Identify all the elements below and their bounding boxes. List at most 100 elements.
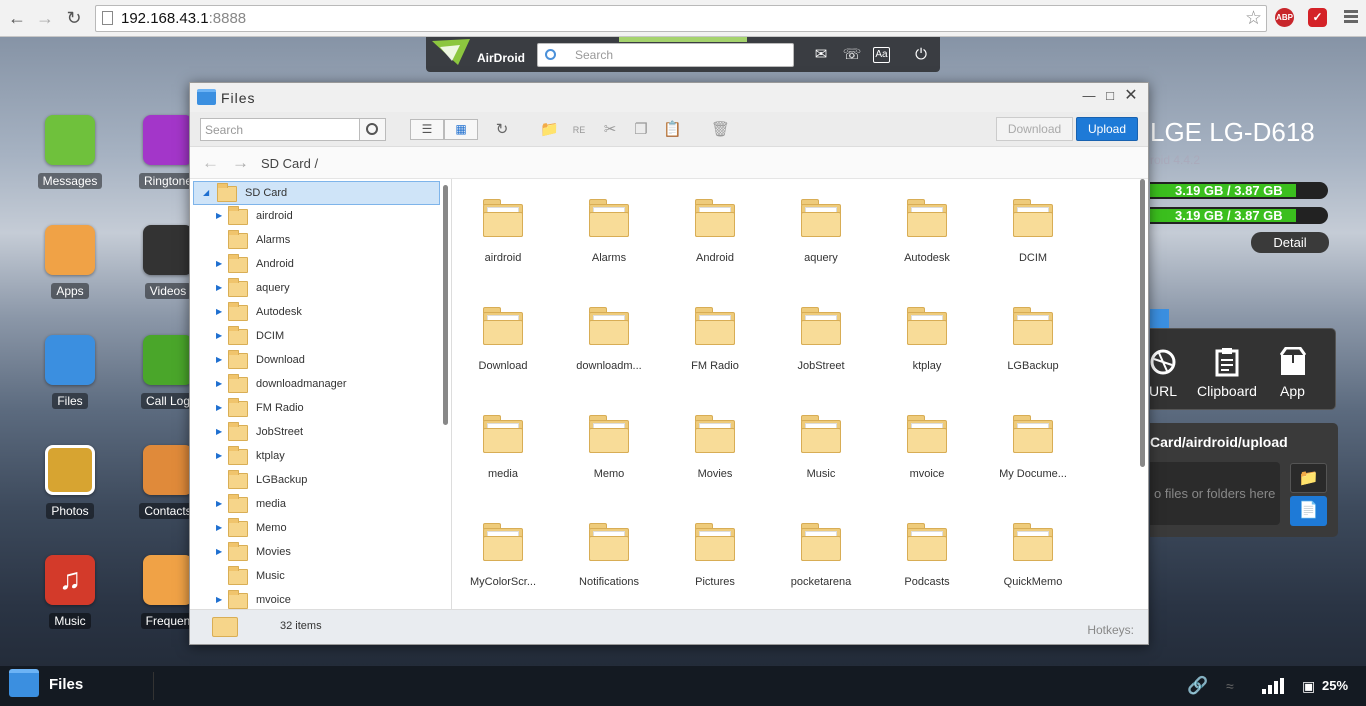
adblock-plus-icon[interactable]: ABP [1275, 8, 1294, 27]
file-grid-item[interactable]: downloadm... [561, 307, 657, 372]
expand-triangle-icon[interactable]: ▶ [216, 331, 224, 340]
desktop-files[interactable]: Files [25, 335, 115, 409]
files-search-input[interactable]: Search [200, 118, 360, 141]
copy-icon[interactable]: ❐ [632, 121, 650, 139]
desktop-messages[interactable]: Messages [25, 115, 115, 189]
file-grid-item[interactable]: mvoice [879, 415, 975, 480]
detail-button[interactable]: Detail [1251, 232, 1329, 253]
upload-file-icon[interactable]: 📄 [1290, 496, 1327, 526]
tree-item[interactable]: ▶ downloadmanager [193, 373, 440, 397]
list-view-button[interactable]: ☰ [410, 119, 444, 140]
maximize-icon[interactable]: □ [1102, 88, 1118, 104]
desktop-music[interactable]: ♫ Music [25, 555, 115, 629]
folder-icon[interactable] [9, 669, 39, 697]
expand-triangle-icon[interactable]: ▶ [216, 355, 224, 364]
desktop-apps[interactable]: Apps [25, 225, 115, 299]
expand-triangle-icon[interactable]: ▶ [216, 403, 224, 412]
taskbar-files[interactable]: Files [49, 676, 83, 693]
upload-button[interactable]: Upload [1076, 117, 1138, 141]
paste-icon[interactable]: 📋 [663, 121, 682, 139]
address-bar[interactable]: 192.168.43.1:8888 ☆ [95, 5, 1267, 32]
expand-triangle-icon[interactable]: ▶ [216, 211, 224, 220]
minimize-icon[interactable]: — [1081, 88, 1097, 104]
font-size-icon[interactable]: Aa [873, 47, 890, 63]
tree-item[interactable]: ▶ Autodesk [193, 301, 440, 325]
expand-triangle-icon[interactable]: ▶ [216, 451, 224, 460]
tree-item[interactable]: ▶ Download [193, 349, 440, 373]
file-grid-item[interactable]: Pictures [667, 523, 763, 588]
hotkeys-link[interactable]: Hotkeys: [1087, 623, 1134, 637]
rename-icon[interactable]: RE [570, 121, 588, 139]
file-grid-item[interactable]: ktplay [879, 307, 975, 372]
grid-scrollbar[interactable] [1140, 179, 1145, 467]
file-grid-item[interactable]: Music [773, 415, 869, 480]
file-grid-item[interactable]: Android [667, 199, 763, 264]
file-grid-item[interactable]: aquery [773, 199, 869, 264]
toolbox-tab[interactable] [1150, 309, 1169, 328]
file-grid-item[interactable]: media [455, 415, 551, 480]
files-window-titlebar[interactable]: Files — □ ✕ [190, 83, 1148, 112]
file-grid-item[interactable]: MyColorScr... [455, 523, 551, 588]
file-grid-item[interactable]: Movies [667, 415, 763, 480]
file-grid-item[interactable]: Podcasts [879, 523, 975, 588]
expand-triangle-icon[interactable]: ▶ [216, 595, 224, 604]
collapse-triangle-icon[interactable]: ◢ [203, 188, 211, 197]
cut-icon[interactable]: ✂ [601, 121, 619, 139]
expand-triangle-icon[interactable]: ▶ [216, 259, 224, 268]
back-arrow-icon[interactable]: ← [202, 153, 219, 173]
download-button[interactable]: Download [996, 117, 1073, 141]
forward-arrow-icon[interactable]: → [35, 8, 55, 28]
tree-item[interactable]: ▶ airdroid [193, 205, 440, 229]
tree-item[interactable]: ▶ Android [193, 253, 440, 277]
tree-item[interactable]: LGBackup [193, 469, 440, 493]
power-icon[interactable]: ⏻ [911, 46, 931, 64]
tree-item[interactable]: ▶ Movies [193, 541, 440, 565]
refresh-icon[interactable]: ↻ [493, 121, 511, 139]
close-icon[interactable]: ✕ [1123, 88, 1139, 104]
tree-scrollbar[interactable] [443, 185, 448, 425]
file-grid-item[interactable]: Download [455, 307, 551, 372]
tree-item[interactable]: ▶ JobStreet [193, 421, 440, 445]
expand-triangle-icon[interactable]: ▶ [216, 523, 224, 532]
file-grid-item[interactable]: JobStreet [773, 307, 869, 372]
file-grid-item[interactable]: Notifications [561, 523, 657, 588]
tree-item[interactable]: ▶ media [193, 493, 440, 517]
tree-item[interactable]: ▶ Memo [193, 517, 440, 541]
delete-icon[interactable]: 🗑 [711, 121, 730, 139]
file-grid-item[interactable]: pocketarena [773, 523, 869, 588]
file-grid-item[interactable]: LGBackup [985, 307, 1081, 372]
clipboard-tool[interactable]: Clipboard [1197, 347, 1257, 399]
extension-icon[interactable]: ✓ [1308, 8, 1327, 27]
expand-triangle-icon[interactable]: ▶ [216, 307, 224, 316]
forward-arrow-icon[interactable]: → [232, 153, 249, 173]
desktop-photos[interactable]: Photos [25, 445, 115, 519]
tree-item[interactable]: ▶ DCIM [193, 325, 440, 349]
url-tool[interactable]: URL [1148, 347, 1178, 399]
tree-item[interactable]: ▶ aquery [193, 277, 440, 301]
file-grid-item[interactable]: Alarms [561, 199, 657, 264]
expand-triangle-icon[interactable]: ▶ [216, 283, 224, 292]
airdroid-search-input[interactable]: Search [537, 43, 794, 67]
link-icon[interactable]: 🔗 [1187, 676, 1208, 696]
file-grid-item[interactable]: QuickMemo [985, 523, 1081, 588]
new-folder-icon[interactable]: 📁 [540, 121, 559, 139]
file-grid-item[interactable]: My Docume... [985, 415, 1081, 480]
tree-item[interactable]: Music [193, 565, 440, 589]
expand-triangle-icon[interactable]: ▶ [216, 379, 224, 388]
file-grid-item[interactable]: airdroid [455, 199, 551, 264]
upload-folder-icon[interactable]: 📁 [1290, 463, 1327, 493]
tree-item[interactable]: ▶ FM Radio [193, 397, 440, 421]
chrome-menu-icon[interactable] [1344, 10, 1358, 25]
mail-icon[interactable]: ✉ [811, 46, 831, 64]
files-search-button[interactable] [359, 118, 386, 141]
bookmark-star-icon[interactable]: ☆ [1245, 7, 1262, 30]
back-arrow-icon[interactable]: ← [7, 8, 27, 28]
file-grid-item[interactable]: DCIM [985, 199, 1081, 264]
file-grid-item[interactable]: FM Radio [667, 307, 763, 372]
file-grid-item[interactable]: Memo [561, 415, 657, 480]
expand-triangle-icon[interactable]: ▶ [216, 547, 224, 556]
file-grid-item[interactable]: Autodesk [879, 199, 975, 264]
drop-zone[interactable]: o files or folders here [1150, 462, 1280, 525]
tree-item-sd-card[interactable]: ◢ SD Card [193, 181, 440, 205]
expand-triangle-icon[interactable]: ▶ [216, 499, 224, 508]
